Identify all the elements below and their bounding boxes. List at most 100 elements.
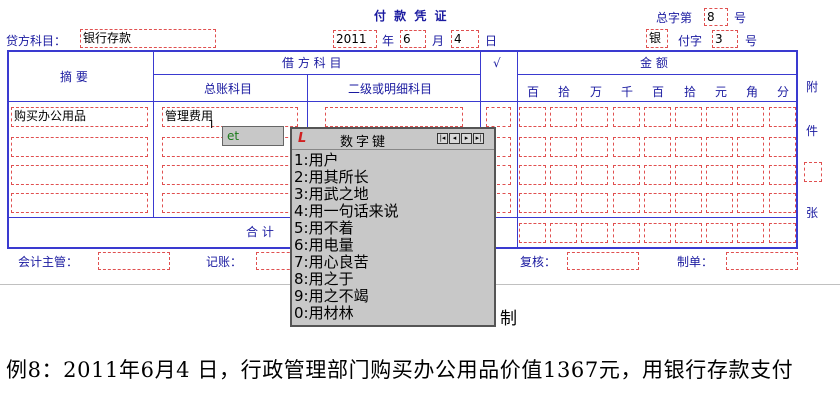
- amount-digit-field[interactable]: [581, 193, 609, 213]
- total-digit-field[interactable]: [706, 223, 734, 243]
- last-page-icon[interactable]: ▸|: [473, 133, 484, 144]
- row-summary-field[interactable]: [11, 137, 148, 157]
- attach-label: 附: [806, 80, 819, 94]
- total-digit-field[interactable]: [581, 223, 609, 243]
- amount-digit-field[interactable]: [737, 107, 765, 127]
- general-ledger-header: 总账科目: [204, 82, 253, 96]
- total-digit-field[interactable]: [643, 223, 671, 243]
- month-field[interactable]: 6: [400, 30, 426, 48]
- ime-candidate[interactable]: 9:用之不竭: [294, 288, 399, 305]
- amount-digit-field[interactable]: [519, 107, 546, 127]
- amount-digit-field[interactable]: [737, 165, 765, 185]
- bookkeeping-label: 记账：: [206, 255, 243, 269]
- amount-digit-field[interactable]: [768, 193, 796, 213]
- next-page-icon[interactable]: ▸: [461, 133, 472, 144]
- amount-digit-field[interactable]: [675, 165, 702, 185]
- attach-label: 张: [806, 206, 819, 220]
- credit-account-field[interactable]: 银行存款: [80, 29, 216, 48]
- maker-label: 制单：: [677, 255, 714, 269]
- total-digit-field[interactable]: [550, 223, 578, 243]
- amount-digit-field[interactable]: [643, 107, 671, 127]
- ime-candidate[interactable]: 0:用材林: [294, 305, 399, 322]
- amount-digit-field[interactable]: [675, 107, 702, 127]
- amount-digit-field[interactable]: [706, 137, 734, 157]
- day-field[interactable]: 4: [451, 30, 479, 48]
- amount-digit-field[interactable]: [643, 165, 671, 185]
- ime-candidate[interactable]: 6:用电量: [294, 237, 399, 254]
- ime-candidate[interactable]: 7:用心良苦: [294, 254, 399, 271]
- check-field[interactable]: [486, 107, 511, 127]
- amount-digit-field[interactable]: [550, 107, 578, 127]
- digit-header: 拾: [557, 85, 570, 99]
- amount-digit-field[interactable]: [581, 165, 609, 185]
- ime-candidate[interactable]: 8:用之于: [294, 271, 399, 288]
- ime-title: 数字键: [340, 135, 389, 150]
- amount-digit-field[interactable]: [768, 137, 796, 157]
- amount-digit-field[interactable]: [706, 165, 734, 185]
- amount-digit-field[interactable]: [643, 193, 671, 213]
- word-no-field[interactable]: 3: [712, 30, 738, 48]
- caption-fragment: 制: [500, 309, 517, 329]
- amount-digit-field[interactable]: [581, 137, 609, 157]
- row-detail-field[interactable]: [325, 107, 463, 127]
- amount-digit-field[interactable]: [550, 193, 578, 213]
- amount-digit-field[interactable]: [643, 137, 671, 157]
- amount-digit-field[interactable]: [737, 137, 765, 157]
- summary-header: 摘 要: [60, 70, 88, 84]
- amount-digit-field[interactable]: [581, 107, 609, 127]
- digit-header: 万: [589, 85, 602, 99]
- ime-candidate[interactable]: 4:用一句话来说: [294, 203, 399, 220]
- year-label: 年: [382, 34, 395, 48]
- total-digit-field[interactable]: [519, 223, 546, 243]
- attach-count-field[interactable]: [804, 162, 822, 182]
- month-label: 月: [432, 34, 445, 48]
- total-digit-field[interactable]: [768, 223, 796, 243]
- ime-candidate[interactable]: 3:用武之地: [294, 186, 399, 203]
- credit-account-label: 贷方科目：: [6, 34, 67, 48]
- amount-digit-field[interactable]: [519, 193, 546, 213]
- amount-digit-field[interactable]: [675, 193, 702, 213]
- row-general-field[interactable]: 管理费用: [162, 107, 298, 127]
- ime-candidate[interactable]: 1:用户: [294, 152, 399, 169]
- maker-field[interactable]: [726, 252, 798, 270]
- ime-input-text: et: [227, 129, 240, 143]
- amount-digit-field[interactable]: [612, 193, 640, 213]
- amount-digit-field[interactable]: [706, 107, 734, 127]
- word-prefix-field[interactable]: 银: [646, 29, 668, 48]
- amount-digit-field[interactable]: [550, 165, 578, 185]
- row-summary-field[interactable]: [11, 165, 148, 185]
- check-header: √: [493, 56, 501, 70]
- digit-header: 百: [526, 85, 539, 99]
- review-field[interactable]: [567, 252, 639, 270]
- amount-digit-field[interactable]: [706, 193, 734, 213]
- amount-digit-field[interactable]: [550, 137, 578, 157]
- voucher-title: 付 款 凭 证: [374, 9, 449, 23]
- ime-candidate-window[interactable]: L 数字键 |◂ ◂ ▸ ▸| 1:用户 2:用其所长 3:用武之地 4:用一句…: [290, 127, 496, 327]
- first-page-icon[interactable]: |◂: [437, 133, 448, 144]
- amount-digit-field[interactable]: [768, 165, 796, 185]
- amount-digit-field[interactable]: [768, 107, 796, 127]
- amount-digit-field[interactable]: [675, 137, 702, 157]
- row-summary-field[interactable]: 购买办公用品: [11, 107, 148, 127]
- year-field[interactable]: 2011: [333, 30, 377, 48]
- total-digit-field[interactable]: [737, 223, 765, 243]
- amount-digit-field[interactable]: [519, 137, 546, 157]
- row-general-field[interactable]: [162, 165, 298, 185]
- amount-digit-field[interactable]: [612, 137, 640, 157]
- ime-input-window[interactable]: et: [222, 126, 284, 146]
- total-digit-field[interactable]: [675, 223, 702, 243]
- row-summary-field[interactable]: [11, 193, 148, 213]
- prev-page-icon[interactable]: ◂: [449, 133, 460, 144]
- total-no-field[interactable]: 8: [704, 8, 728, 26]
- supervisor-field[interactable]: [98, 252, 170, 270]
- amount-digit-field[interactable]: [612, 107, 640, 127]
- amount-digit-field[interactable]: [612, 165, 640, 185]
- amount-digit-field[interactable]: [737, 193, 765, 213]
- total-digit-field[interactable]: [612, 223, 640, 243]
- amount-digit-field[interactable]: [519, 165, 546, 185]
- row-general-field[interactable]: [162, 193, 298, 213]
- ime-candidate-list: 1:用户 2:用其所长 3:用武之地 4:用一句话来说 5:用不着 6:用电量 …: [294, 152, 399, 322]
- text-cursor-icon: I: [210, 118, 214, 131]
- ime-candidate[interactable]: 2:用其所长: [294, 169, 399, 186]
- ime-candidate[interactable]: 5:用不着: [294, 220, 399, 237]
